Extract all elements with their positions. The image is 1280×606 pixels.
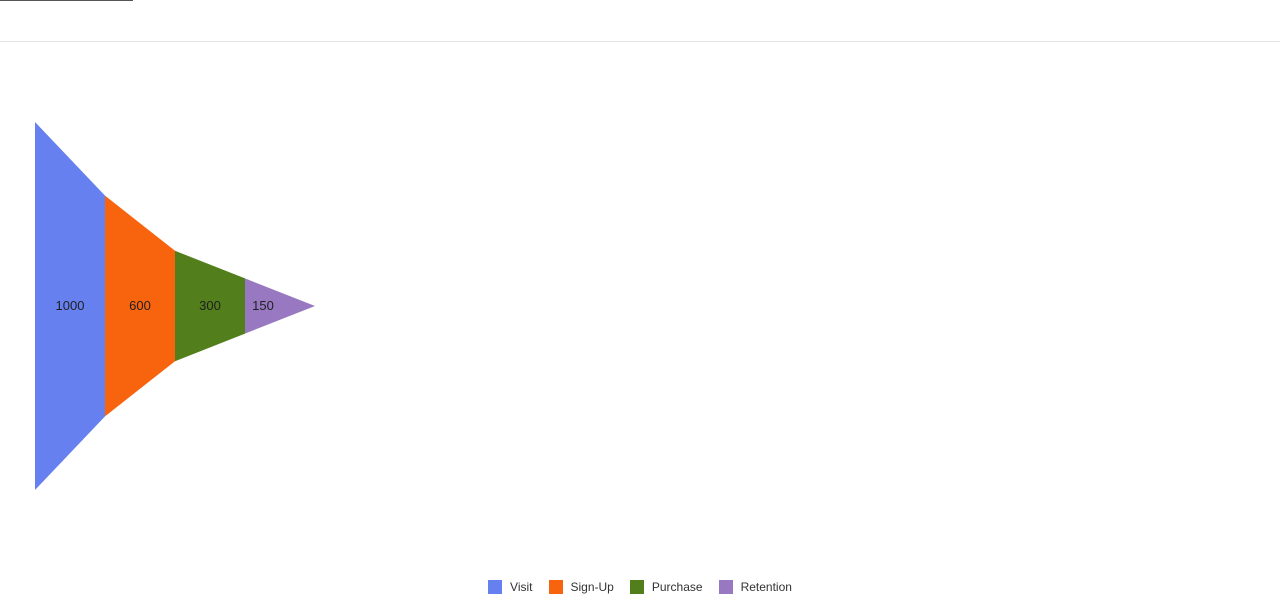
data-label: 150: [252, 298, 274, 313]
legend-item-retention[interactable]: Retention: [718, 580, 792, 594]
legend-label: Sign-Up: [570, 580, 614, 594]
legend-item-purchase[interactable]: Purchase: [629, 580, 703, 594]
chart-page: 1000 600 300 150 Visit Sign-Up Purchase Retent…: [0, 0, 1280, 606]
legend-swatch: [718, 580, 733, 594]
data-label: 300: [199, 298, 221, 313]
legend-item-sign-up[interactable]: Sign-Up: [548, 580, 614, 594]
legend-label: Purchase: [651, 580, 703, 594]
data-label: 1000: [56, 298, 85, 313]
legend-item-visit[interactable]: Visit: [488, 580, 533, 594]
legend-label: Retention: [740, 580, 792, 594]
legend-swatch: [548, 580, 563, 594]
legend-label: Visit: [510, 580, 533, 594]
funnel-chart: 1000 600 300 150: [35, 122, 315, 490]
legend-swatch: [629, 580, 644, 594]
data-label: 600: [129, 298, 151, 313]
chart-legend: Visit Sign-Up Purchase Retention: [0, 580, 1280, 594]
legend-swatch: [488, 580, 503, 594]
